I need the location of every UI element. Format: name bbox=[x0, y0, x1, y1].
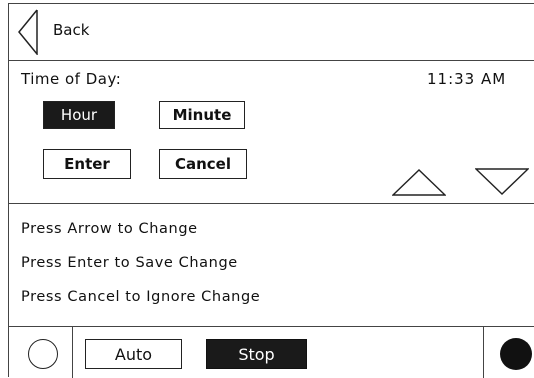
minute-button[interactable]: Minute bbox=[159, 101, 245, 129]
instruction-arrow: Press Arrow to Change bbox=[21, 221, 198, 237]
instruction-cancel: Press Cancel to Ignore Change bbox=[21, 289, 261, 305]
current-time: 11:33 AM bbox=[427, 70, 507, 88]
back-label[interactable]: Back bbox=[53, 21, 89, 39]
cancel-button[interactable]: Cancel bbox=[159, 149, 247, 179]
down-arrow-icon[interactable] bbox=[475, 168, 529, 196]
stop-button[interactable]: Stop bbox=[206, 339, 307, 369]
time-of-day-label: Time of Day: bbox=[21, 70, 122, 88]
up-arrow-icon[interactable] bbox=[392, 168, 446, 196]
hour-button[interactable]: Hour bbox=[43, 101, 115, 129]
auto-button[interactable]: Auto bbox=[85, 339, 182, 369]
thermostat-screen: Back Time of Day: 11:33 AM Hour Minute E… bbox=[8, 3, 534, 378]
divider-top bbox=[9, 60, 534, 61]
instruction-enter: Press Enter to Save Change bbox=[21, 255, 238, 271]
enter-button[interactable]: Enter bbox=[43, 149, 131, 179]
footer-divider-left bbox=[72, 326, 73, 378]
filled-circle-icon[interactable] bbox=[500, 338, 532, 370]
empty-circle-icon[interactable] bbox=[28, 339, 58, 369]
back-bar[interactable]: Back bbox=[9, 4, 534, 60]
divider-bottom bbox=[9, 326, 534, 327]
divider-middle bbox=[9, 203, 534, 204]
back-arrow-icon[interactable] bbox=[17, 9, 39, 55]
footer-divider-right bbox=[483, 326, 484, 378]
